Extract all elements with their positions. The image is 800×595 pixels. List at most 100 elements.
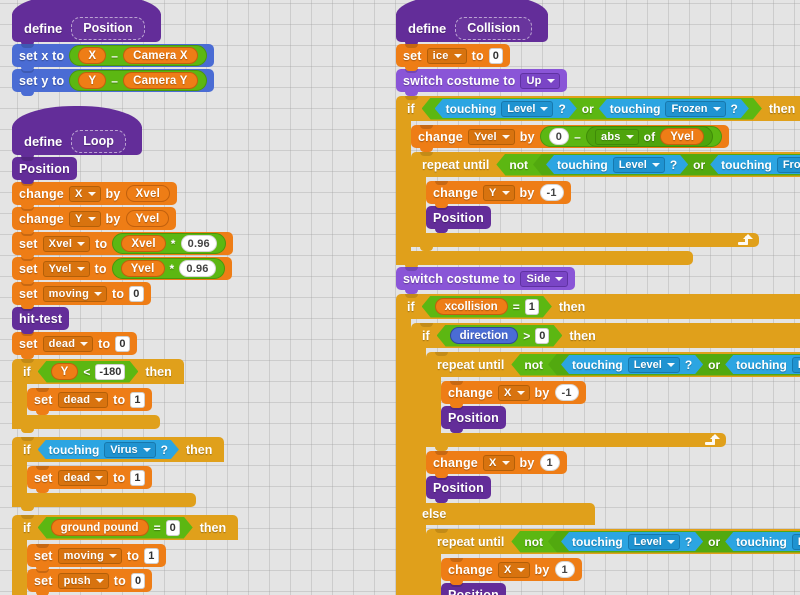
- number-input[interactable]: 0: [166, 520, 180, 536]
- variable-yvel[interactable]: Yvel: [120, 260, 165, 277]
- variable-dropdown-moving[interactable]: moving: [57, 547, 122, 564]
- define-loop-hat[interactable]: define Loop: [12, 106, 142, 159]
- if-ground-pound-block[interactable]: if ground pound = 0 then set moving to 1…: [12, 515, 239, 595]
- variable-dropdown-x[interactable]: X: [482, 454, 515, 471]
- not-operator[interactable]: not touching Level ? or touching Fro: [496, 154, 800, 176]
- variable-dropdown-y[interactable]: Y: [68, 210, 101, 227]
- costume-dropdown-side[interactable]: Side: [520, 270, 569, 287]
- number-input[interactable]: 0.96: [180, 235, 217, 252]
- touching-level-boolean[interactable]: touching Level ?: [546, 155, 688, 174]
- touching-frozen-boolean[interactable]: touching Frozen ?: [725, 355, 800, 374]
- variable-dropdown-ice[interactable]: ice: [426, 47, 467, 64]
- variable-camera-x[interactable]: Camera X: [123, 47, 198, 64]
- variable-dropdown-x[interactable]: X: [497, 561, 530, 578]
- script-collision[interactable]: define Collision set ice to 0 switch cos…: [396, 0, 800, 595]
- variable-dropdown-xvel[interactable]: Xvel: [42, 235, 91, 252]
- call-position-block[interactable]: Position: [426, 476, 491, 503]
- not-operator[interactable]: not touching Level ? or touching: [511, 354, 800, 376]
- touching-level-boolean[interactable]: touching Level ?: [561, 532, 703, 551]
- if-y-less-than-block[interactable]: if Y < -180 then set dead to 1: [12, 359, 184, 433]
- else-header[interactable]: else: [411, 503, 595, 525]
- subtract-operator-y[interactable]: Y – Camera Y: [69, 70, 207, 91]
- if-touching-virus-block[interactable]: if touching Virus ? then set dead to 1: [12, 437, 225, 511]
- function-dropdown-abs[interactable]: abs: [595, 128, 639, 145]
- set-moving-1-block[interactable]: set moving to 1: [27, 544, 166, 571]
- set-dead-1-block[interactable]: set dead to 1: [27, 466, 152, 493]
- variable-dropdown-push[interactable]: push: [57, 572, 109, 589]
- multiply-operator-xvel[interactable]: Xvel * 0.96: [112, 233, 226, 254]
- variable-xvel[interactable]: Xvel: [125, 185, 170, 202]
- if-xcollision-block[interactable]: if xcollision = 1 then if direction > 0 …: [396, 294, 800, 595]
- change-x-by-xvel-block[interactable]: change X by Xvel: [12, 182, 177, 209]
- variable-dropdown-moving[interactable]: moving: [42, 285, 107, 302]
- repeat-until-header[interactable]: repeat until not touching Level ? or tou…: [426, 352, 800, 377]
- change-x-by-1-block[interactable]: change X by 1: [441, 558, 582, 585]
- scripts-canvas[interactable]: define Position set x to X – Camera X se…: [0, 0, 800, 595]
- call-position-block[interactable]: Position: [12, 157, 77, 184]
- costume-dropdown-up[interactable]: Up: [520, 72, 560, 89]
- number-input[interactable]: 0: [115, 335, 130, 352]
- variable-dropdown-dead[interactable]: dead: [57, 391, 109, 408]
- variable-y[interactable]: Y: [78, 72, 107, 89]
- sprite-dropdown-level[interactable]: Level: [628, 357, 680, 373]
- variable-yvel[interactable]: Yvel: [125, 210, 170, 227]
- variable-dropdown-dead[interactable]: dead: [57, 469, 109, 486]
- sprite-dropdown-virus[interactable]: Virus: [104, 442, 155, 458]
- change-y-by-yvel-block[interactable]: change Y by Yvel: [12, 207, 177, 234]
- repeat-until-block-3[interactable]: repeat until not touching Level ? or tou…: [426, 529, 800, 595]
- if-header[interactable]: if touching Level ? or touching Frozen ?…: [396, 96, 800, 121]
- touching-frozen-boolean[interactable]: touching Frozen ?: [725, 532, 800, 551]
- or-operator[interactable]: touching Level ? or touching: [548, 354, 800, 376]
- variable-camera-y[interactable]: Camera Y: [123, 72, 198, 89]
- change-x-by-neg1-block[interactable]: change X by -1: [441, 381, 586, 408]
- touching-level-boolean[interactable]: touching Level ?: [561, 355, 703, 374]
- variable-dropdown-dead[interactable]: dead: [42, 335, 94, 352]
- less-than-operator[interactable]: Y < -180: [38, 361, 139, 383]
- number-input[interactable]: 1: [554, 561, 575, 578]
- set-moving-0-block[interactable]: set moving to 0: [12, 282, 151, 309]
- call-position-block[interactable]: Position: [441, 583, 506, 595]
- set-dead-0-block[interactable]: set dead to 0: [12, 332, 137, 359]
- number-input[interactable]: 1: [144, 547, 159, 564]
- sprite-dropdown-frozen[interactable]: Frozen: [792, 534, 800, 550]
- if-header[interactable]: if ground pound = 0 then: [12, 515, 239, 540]
- number-input[interactable]: 0: [535, 328, 549, 344]
- change-yvel-block[interactable]: change Yvel by 0 – abs of Yvel: [411, 125, 730, 152]
- greater-than-operator-direction[interactable]: direction > 0: [437, 325, 563, 347]
- variable-dropdown-x[interactable]: X: [68, 185, 101, 202]
- define-collision-hat[interactable]: define Collision: [396, 0, 549, 46]
- subtract-operator-yvel[interactable]: 0 – abs of Yvel: [539, 126, 723, 147]
- variable-dropdown-x[interactable]: X: [497, 384, 530, 401]
- number-input[interactable]: 1: [130, 469, 145, 486]
- set-xvel-block[interactable]: set Xvel to Xvel * 0.96: [12, 232, 233, 259]
- set-push-0-block[interactable]: set push to 0: [27, 569, 153, 595]
- variable-ground-pound[interactable]: ground pound: [51, 519, 149, 536]
- number-input[interactable]: 0: [130, 572, 146, 589]
- script-position[interactable]: define Position set x to X – Camera X se…: [12, 0, 214, 96]
- set-y-to-block[interactable]: set y to Y – Camera Y: [12, 69, 214, 96]
- change-x-by-1-block[interactable]: change X by 1: [426, 451, 567, 478]
- number-input[interactable]: 1: [539, 454, 560, 471]
- sprite-dropdown-level[interactable]: Level: [501, 101, 553, 117]
- change-y-by-neg1-block[interactable]: change Y by -1: [426, 181, 571, 208]
- if-touching-level-or-frozen-block[interactable]: if touching Level ? or touching Frozen ?…: [396, 96, 800, 269]
- number-input[interactable]: 0.96: [179, 260, 216, 277]
- sprite-dropdown-level[interactable]: Level: [628, 534, 680, 550]
- variable-xcollision[interactable]: xcollision: [435, 298, 508, 315]
- variable-xvel[interactable]: Xvel: [121, 235, 166, 252]
- repeat-until-header[interactable]: repeat until not touching Level ? or tou…: [411, 152, 800, 177]
- call-position-block[interactable]: Position: [441, 406, 506, 433]
- touching-frozen-boolean[interactable]: touching Frozen ?: [710, 155, 800, 174]
- define-position-hat[interactable]: define Position: [12, 0, 161, 46]
- or-operator[interactable]: touching Level ? or touching: [548, 531, 800, 553]
- repeat-until-header[interactable]: repeat until not touching Level ? or tou…: [426, 529, 800, 554]
- if-header[interactable]: if touching Virus ? then: [12, 437, 225, 462]
- script-loop[interactable]: define Loop Position change X by Xvel ch…: [12, 105, 239, 595]
- touching-level-boolean[interactable]: touching Level ?: [435, 99, 577, 118]
- touching-frozen-boolean[interactable]: touching Frozen ?: [599, 99, 749, 118]
- sprite-dropdown-frozen[interactable]: Frozen: [665, 101, 725, 117]
- math-function-operator[interactable]: abs of Yvel: [586, 126, 714, 147]
- number-input[interactable]: -1: [554, 384, 579, 401]
- switch-costume-up-block[interactable]: switch costume to Up: [396, 69, 567, 96]
- if-header[interactable]: if direction > 0 then: [411, 323, 800, 348]
